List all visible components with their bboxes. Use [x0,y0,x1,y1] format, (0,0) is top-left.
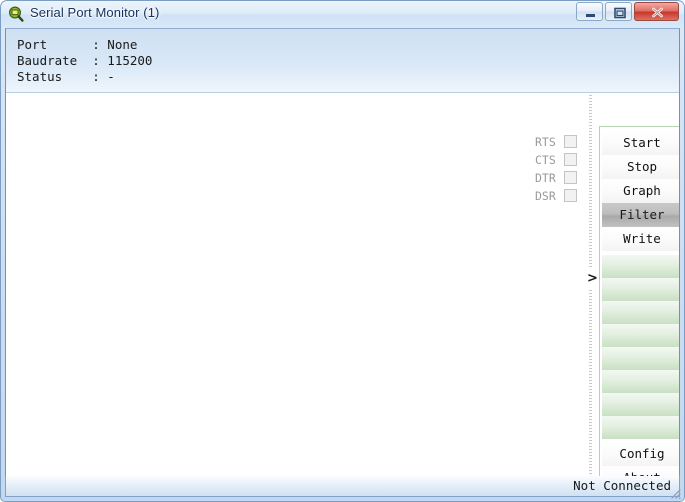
status-bar: Not Connected [5,476,680,497]
signal-label-cts: CTS [535,153,556,167]
signal-checkbox-dsr[interactable] [564,189,577,202]
macro-slot-1[interactable] [602,255,679,278]
signal-row-dtr: DTR [535,169,582,187]
close-button[interactable] [634,2,679,21]
signal-label-rts: RTS [535,135,556,149]
monitor-magnifier-icon [8,6,25,23]
macro-slot-2[interactable] [602,278,679,301]
connection-status-text: Not Connected [573,478,671,493]
macro-slot-7[interactable] [602,393,679,416]
start-button[interactable]: Start [602,131,679,155]
signal-indicators: RTS CTS DTR DSR [535,133,582,205]
info-row-port: Port : None [17,37,138,52]
client-area: Port : None Baudrate : 115200 Status : -… [5,28,680,495]
app-window: Serial Port Monitor (1) Port: None Baud… [0,0,685,502]
macro-slot-6[interactable] [602,370,679,393]
resize-grip-icon[interactable] [669,487,682,500]
connection-info-panel: Port : None Baudrate : 115200 Status : - [6,29,679,93]
macro-slot-5[interactable] [602,347,679,370]
graph-button[interactable]: Graph [602,179,679,203]
macro-slot-8[interactable] [602,416,679,439]
collapse-panel-arrow-icon[interactable]: > [587,269,598,288]
title-bar[interactable]: Serial Port Monitor (1) [0,0,685,28]
vertical-splitter[interactable]: > [585,95,599,484]
stop-button[interactable]: Stop [602,155,679,179]
signal-row-rts: RTS [535,133,582,151]
signal-checkbox-cts[interactable] [564,153,577,166]
config-button[interactable]: Config [602,442,679,466]
signal-row-cts: CTS [535,151,582,169]
macro-slot-4[interactable] [602,324,679,347]
signal-checkbox-rts[interactable] [564,135,577,148]
signal-row-dsr: DSR [535,187,582,205]
signal-checkbox-dtr[interactable] [564,171,577,184]
window-title: Serial Port Monitor (1) [30,5,160,20]
signal-label-dsr: DSR [535,189,556,203]
info-row-baudrate: Baudrate : 115200 [17,53,153,68]
minimize-button[interactable] [576,2,603,21]
write-button[interactable]: Write [602,227,679,251]
macro-slot-3[interactable] [602,301,679,324]
info-row-status: Status : - [17,69,115,84]
command-button-panel: Start Stop Graph Filter Write Config Abo… [599,126,679,490]
maximize-button[interactable] [605,2,632,21]
signal-label-dtr: DTR [535,171,556,185]
filter-button[interactable]: Filter [602,203,679,227]
splitter-grip-dots [589,95,592,484]
